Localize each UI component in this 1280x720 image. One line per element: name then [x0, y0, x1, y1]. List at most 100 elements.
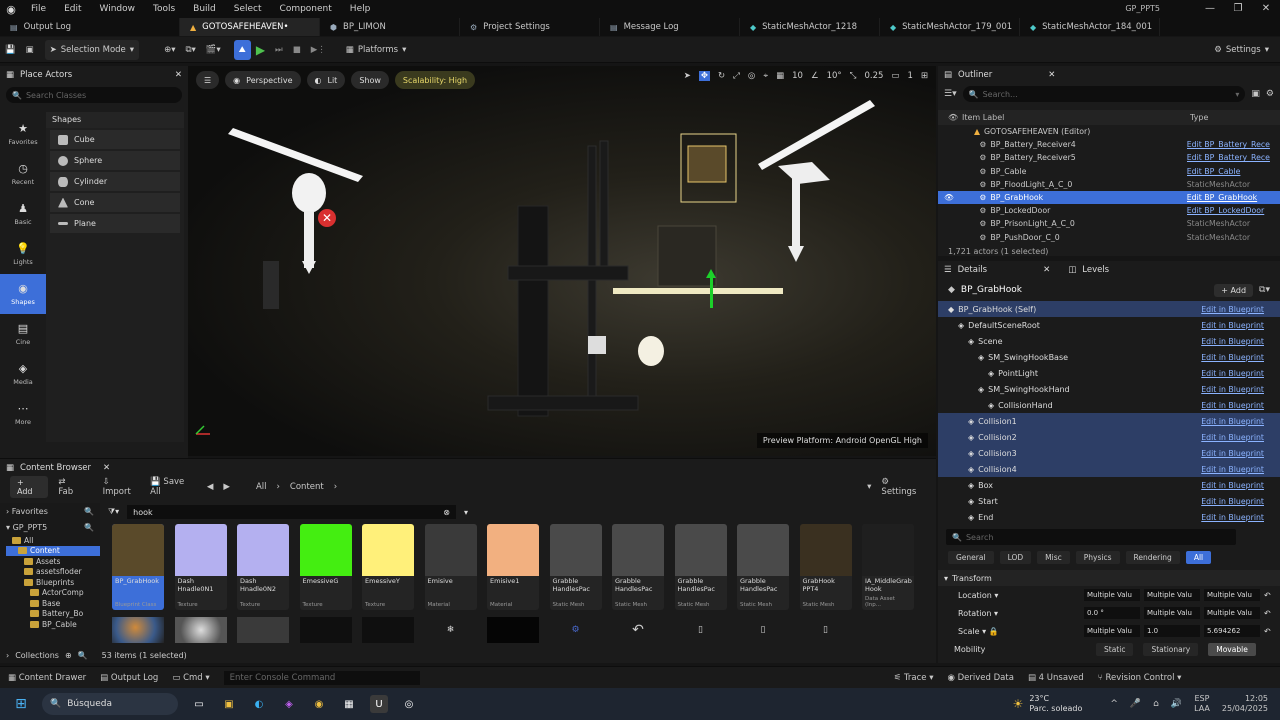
folder-tree-item[interactable]: All [6, 535, 100, 546]
category-shapes[interactable]: ◉ Shapes [0, 274, 46, 314]
scale-snap-icon[interactable]: ⤡ [850, 71, 857, 81]
menu-build[interactable]: Build [184, 0, 225, 18]
component-row[interactable]: ◈ Collision3 Edit in Blueprint [938, 445, 1280, 461]
path-content[interactable]: Content [290, 482, 324, 492]
save-all-button[interactable]: 💾 Save All [150, 477, 197, 497]
add-collection-icon[interactable]: ⊕ [65, 651, 72, 660]
tab-staticmesh-179[interactable]: ◆ StaticMeshActor_179_001 [880, 18, 1020, 36]
category-recent[interactable]: ◷ Recent [0, 154, 46, 194]
filter-lod[interactable]: LOD [999, 551, 1032, 564]
asset-thumbnail[interactable]: ▯ [737, 617, 789, 643]
column-item-label[interactable]: Item Label [962, 113, 1190, 122]
import-button[interactable]: ⇩ Import [103, 477, 141, 497]
mobility-movable[interactable]: Movable [1208, 642, 1256, 656]
asset-thumbnail[interactable] [174, 617, 227, 643]
component-row[interactable]: ◈ SM_SwingHookBase Edit in Blueprint [938, 349, 1280, 365]
asset-tile[interactable]: Dash Hnadle0N1 Texture [174, 524, 227, 610]
scale-snap-value[interactable]: 0.25 [864, 71, 883, 81]
asset-tile[interactable]: Grabble HandlesPac Static Mesh [549, 524, 602, 610]
revision-control-button[interactable]: ⑂ Revision Control ▾ [1098, 673, 1182, 683]
component-row[interactable]: ◈ SM_SwingHookHand Edit in Blueprint [938, 381, 1280, 397]
close-icon[interactable]: ✕ [1252, 0, 1280, 18]
scale-x-field[interactable]: Multiple Valu [1084, 625, 1140, 637]
tab-level[interactable]: ▲ GOTOSAFEHEAVEN• [180, 18, 320, 36]
asset-tile[interactable]: EmessiveG Texture [299, 524, 352, 610]
tab-bp-limon[interactable]: ⬢ BP_LIMON [320, 18, 460, 36]
grid-snap-icon[interactable]: ▦ [776, 71, 784, 81]
chevron-down-icon[interactable]: ▾ [464, 508, 468, 517]
levels-tab[interactable]: Levels [1082, 265, 1109, 275]
show-button[interactable]: Show [351, 71, 389, 89]
reset-icon[interactable]: ↶ [1264, 591, 1271, 600]
outliner-row[interactable]: ⚙ BP_LockedDoor Edit BP_LockedDoor [938, 204, 1280, 217]
lit-button[interactable]: ◐ Lit [306, 71, 346, 89]
outliner-row[interactable]: ⚙ BP_FloodLight_A_C_0 StaticMeshActor [938, 178, 1280, 191]
scale-z-field[interactable]: 5.694262 [1204, 625, 1260, 637]
clock[interactable]: 12:05 25/04/2025 [1222, 694, 1268, 714]
clear-search-icon[interactable]: ⊗ [443, 508, 450, 517]
component-row[interactable]: ◈ Box Edit in Blueprint [938, 477, 1280, 493]
asset-thumbnail[interactable] [237, 617, 289, 643]
blueprint-menu-icon[interactable]: ⧉▾ [180, 40, 200, 60]
tab-output-log[interactable]: ▤ Output Log [0, 18, 180, 36]
rotation-z-field[interactable]: Multiple Valu [1204, 607, 1260, 619]
back-icon[interactable]: ◀ [207, 482, 214, 492]
folder-tree-item[interactable]: Base [6, 598, 100, 609]
search-icon[interactable]: 🔍 [78, 651, 88, 660]
category-favorites[interactable]: ★ Favorites [0, 114, 46, 154]
close-icon[interactable]: ✕ [103, 463, 110, 473]
details-search-input[interactable]: 🔍 Search [946, 529, 1236, 545]
category-more[interactable]: ⋯ More [0, 394, 46, 434]
file-explorer-icon[interactable]: ▣ [220, 695, 238, 713]
step-icon[interactable]: ⏭ [270, 40, 288, 60]
asset-thumbnail[interactable]: ❄ [424, 617, 477, 643]
component-row[interactable]: ◈ CollisionHand Edit in Blueprint [938, 397, 1280, 413]
shape-cube[interactable]: Cube [50, 130, 180, 149]
asset-thumbnail[interactable] [299, 617, 352, 643]
outliner-row-type[interactable]: Edit BP_Battery_Rece [1187, 140, 1280, 149]
content-drawer-button[interactable]: ▦ Content Drawer [8, 673, 86, 683]
unreal-logo-icon[interactable]: ◉ [0, 0, 22, 18]
path-all[interactable]: All [256, 482, 267, 492]
component-row[interactable]: ◈ PointLight Edit in Blueprint [938, 365, 1280, 381]
edit-in-blueprint-link[interactable]: Edit in Blueprint [1201, 321, 1264, 330]
filter-physics[interactable]: Physics [1075, 551, 1120, 564]
outliner-row-type[interactable]: Edit BP_Battery_Rece [1187, 153, 1280, 162]
reset-icon[interactable]: ↶ [1264, 609, 1271, 618]
grid-value[interactable]: 10 [792, 71, 803, 81]
filter-general[interactable]: General [948, 551, 994, 564]
scale-dropdown[interactable]: Scale ▾ 🔒 [958, 627, 1080, 636]
edit-in-blueprint-link[interactable]: Edit in Blueprint [1201, 465, 1264, 474]
edit-in-blueprint-link[interactable]: Edit in Blueprint [1201, 385, 1264, 394]
outliner-row[interactable]: ⚙ BP_Cable Edit BP_Cable [938, 165, 1280, 178]
rotation-snap-icon[interactable]: ∠ [811, 71, 819, 81]
filter-icon[interactable]: ⧩▾ [108, 507, 119, 517]
close-icon[interactable]: ✕ [175, 70, 182, 80]
asset-tile[interactable]: Grabble HandlesPac Static Mesh [737, 524, 789, 610]
component-row[interactable]: ◈ Collision2 Edit in Blueprint [938, 429, 1280, 445]
menu-select[interactable]: Select [225, 0, 271, 18]
add-filter-icon[interactable]: ☰▾ [944, 89, 957, 99]
asset-tile[interactable]: Emisive1 Material [487, 524, 539, 610]
asset-thumbnail[interactable] [487, 617, 539, 643]
shape-cylinder[interactable]: Cylinder [50, 172, 180, 191]
mode-icon[interactable]: ⛰ [233, 39, 251, 60]
angle-value[interactable]: 10° [827, 71, 842, 81]
menu-help[interactable]: Help [341, 0, 380, 18]
asset-thumbnail[interactable]: ▯ [674, 617, 727, 643]
edit-in-blueprint-link[interactable]: Edit in Blueprint [1201, 353, 1264, 362]
weather-widget[interactable]: ☀ 23°C Parc. soleado [1013, 694, 1083, 714]
maximize-icon[interactable]: ❐ [1224, 0, 1252, 18]
github-icon[interactable]: ◎ [400, 695, 418, 713]
favorites-row[interactable]: › Favorites 🔍 [0, 503, 100, 519]
rotation-dropdown[interactable]: Rotation ▾ [958, 609, 1080, 618]
asset-thumbnail[interactable] [112, 617, 164, 643]
cinematics-icon[interactable]: 🎬▾ [201, 40, 226, 60]
asset-thumbnail[interactable]: ⚙ [549, 617, 602, 643]
language-indicator[interactable]: ESP LAA [1194, 694, 1210, 714]
scalability-button[interactable]: Scalability: High [394, 71, 476, 89]
menu-window[interactable]: Window [91, 0, 145, 18]
world-local-icon[interactable]: ◎ [748, 71, 755, 81]
select-tool-icon[interactable]: ➤ [684, 71, 691, 81]
folder-tree-item[interactable]: Content [6, 545, 100, 556]
